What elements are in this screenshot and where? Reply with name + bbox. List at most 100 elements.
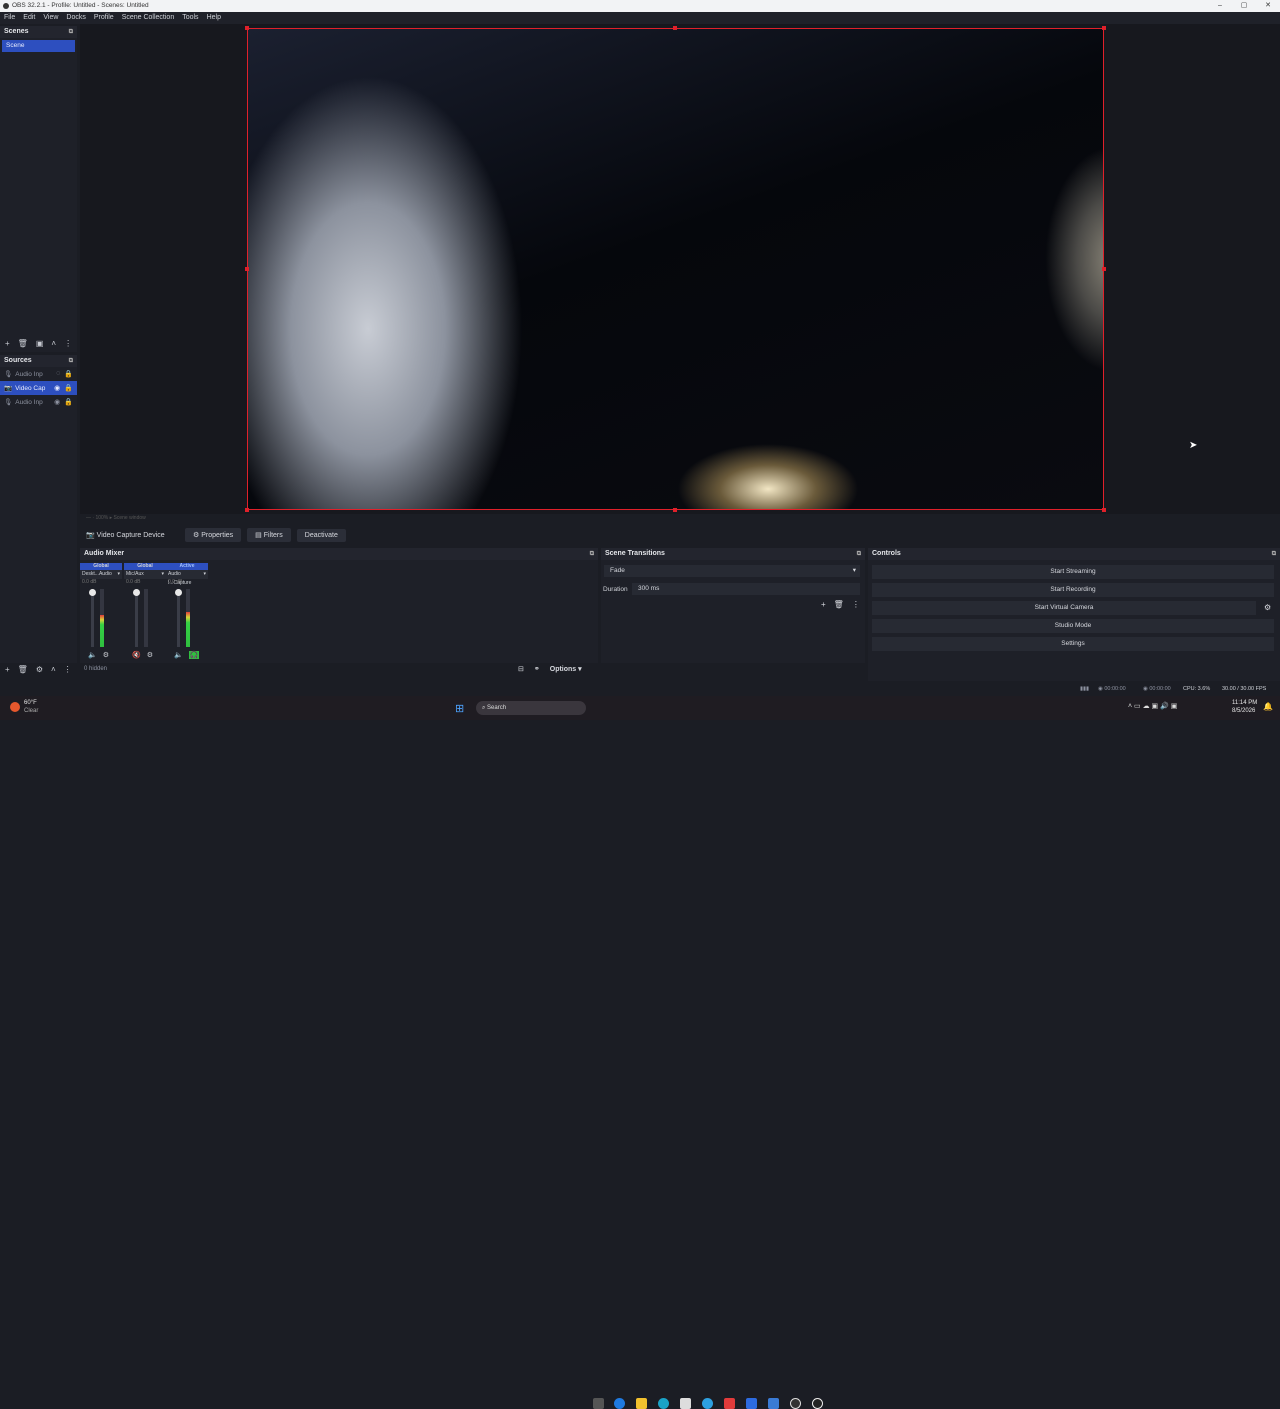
lock-icon[interactable]: 🔒 — [64, 384, 73, 392]
start-streaming-button[interactable]: Start Streaming — [872, 565, 1274, 579]
channel-name-dropdown[interactable]: Audio I...Capture ▾ — [166, 570, 208, 586]
transform-handle[interactable] — [1102, 508, 1106, 512]
signal-icon: ▮▮▮ — [1080, 686, 1090, 692]
volume-fader[interactable] — [89, 589, 96, 647]
undock-icon[interactable]: ⧉ — [69, 26, 73, 38]
windows-start-icon[interactable]: ⊞ — [455, 702, 464, 715]
transform-handle[interactable] — [1102, 26, 1106, 30]
mouse-cursor-icon: ➤ — [1189, 440, 1198, 451]
source-item-audio-input[interactable]: 🎙 Audio Inp ◌ 🔒 — [0, 367, 77, 381]
add-transition-icon[interactable]: + — [821, 600, 826, 609]
start-virtual-camera-button[interactable]: Start Virtual Camera — [872, 601, 1256, 615]
eye-icon[interactable]: ◉ — [54, 384, 60, 392]
fader-knob[interactable] — [175, 589, 182, 596]
remove-scene-icon[interactable]: 🗑 — [18, 339, 28, 348]
menu-scene-collection[interactable]: Scene Collection — [118, 12, 179, 24]
remove-source-icon[interactable]: 🗑 — [18, 665, 28, 674]
filters-button[interactable]: ▤ Filters — [247, 528, 291, 542]
menu-view[interactable]: View — [39, 12, 62, 24]
notification-bell-icon[interactable]: 🔔 — [1263, 702, 1273, 711]
transform-handle[interactable] — [245, 508, 249, 512]
undock-icon[interactable]: ⧉ — [590, 548, 594, 560]
fader-knob[interactable] — [89, 589, 96, 596]
settings-button[interactable]: Settings — [872, 637, 1274, 651]
lock-icon[interactable]: 🔒 — [64, 370, 73, 378]
taskbar-search[interactable]: ⌕ Search — [476, 701, 586, 715]
transform-handle[interactable] — [673, 26, 677, 30]
weather-icon[interactable] — [10, 702, 20, 712]
notepad-icon[interactable] — [680, 1398, 691, 1409]
close-button[interactable]: ✕ — [1256, 0, 1280, 12]
undock-icon[interactable]: ⧉ — [1272, 548, 1276, 560]
menu-profile[interactable]: Profile — [90, 12, 118, 24]
speaker-icon[interactable]: 🔈 — [174, 651, 183, 659]
menu-tools[interactable]: Tools — [178, 12, 202, 24]
transition-type-select[interactable]: Fade ▾ — [604, 565, 860, 577]
virtual-camera-settings-icon[interactable]: ⚙ — [1264, 603, 1271, 612]
record-time: 00:00:00 — [1149, 686, 1171, 692]
volume-fader[interactable] — [133, 589, 140, 647]
mixer-channel: Active Audio I...Capture ▾ 0.0 dB 🔈 🎧 — [166, 563, 208, 661]
move-up-icon[interactable]: ˄ — [51, 339, 56, 348]
headphones-monitor-icon[interactable]: 🎧 — [188, 651, 200, 659]
obs-taskbar-icon[interactable] — [812, 1398, 823, 1409]
lock-icon[interactable]: 🔒 — [64, 398, 73, 406]
file-explorer-icon[interactable] — [636, 1398, 647, 1409]
source-settings-icon[interactable]: ⚙ — [36, 665, 43, 674]
channel-settings-icon[interactable]: ⚙ — [103, 651, 109, 659]
link-icon[interactable]: ⚭ — [534, 665, 540, 673]
chrome-icon[interactable] — [614, 1398, 625, 1409]
studio-mode-button[interactable]: Studio Mode — [872, 619, 1274, 633]
media-player-icon[interactable] — [790, 1398, 801, 1409]
video-preview[interactable] — [247, 28, 1104, 510]
more-options-icon[interactable]: ⋮ — [852, 600, 860, 609]
duration-spinbox[interactable]: 300 ms — [632, 583, 860, 595]
mail-icon[interactable] — [768, 1398, 779, 1409]
transform-handle[interactable] — [245, 267, 249, 271]
task-view-icon[interactable] — [593, 1398, 604, 1409]
channel-name-dropdown[interactable]: Deskt...Audio ▾ — [80, 570, 122, 579]
properties-button[interactable]: ⚙ Properties — [185, 528, 242, 542]
menu-help[interactable]: Help — [203, 12, 225, 24]
app-blue-icon[interactable] — [746, 1398, 757, 1409]
volume-fader[interactable] — [175, 589, 182, 647]
menu-edit[interactable]: Edit — [19, 12, 39, 24]
minimize-button[interactable]: – — [1208, 0, 1232, 12]
transform-handle[interactable] — [245, 26, 249, 30]
options-button[interactable]: Options ▾ — [550, 665, 582, 673]
tray-icons[interactable]: ˄ ▭ ☁ ▣ 🔊 ▣ — [1128, 702, 1177, 710]
menu-docks[interactable]: Docks — [62, 12, 89, 24]
more-options-icon[interactable]: ⋮ — [64, 339, 72, 348]
scene-filters-icon[interactable]: ▣ — [36, 339, 44, 348]
app-red-icon[interactable] — [724, 1398, 735, 1409]
channel-settings-icon[interactable]: ⚙ — [147, 651, 153, 659]
sources-toolbar: + 🗑 ⚙ ˄ ⋮ — [5, 665, 72, 674]
add-scene-icon[interactable]: + — [5, 339, 10, 348]
help-icon[interactable] — [702, 1398, 713, 1409]
more-options-icon[interactable]: ⋮ — [64, 665, 72, 674]
fader-knob[interactable] — [133, 589, 140, 596]
add-source-icon[interactable]: + — [5, 665, 10, 674]
source-item-audio-input[interactable]: 🎙 Audio Inp ◉ 🔒 — [0, 395, 77, 409]
muted-speaker-icon[interactable]: 🔇 — [132, 651, 141, 659]
move-up-icon[interactable]: ˄ — [51, 665, 56, 674]
eye-hidden-icon[interactable]: ◌ — [56, 370, 60, 378]
transform-handle[interactable] — [1102, 267, 1106, 271]
undock-icon[interactable]: ⧉ — [69, 355, 73, 367]
start-recording-button[interactable]: Start Recording — [872, 583, 1274, 597]
channel-name-dropdown[interactable]: Mic/Aux ▾ — [124, 570, 166, 579]
eye-icon[interactable]: ◉ — [54, 398, 60, 406]
maximize-button[interactable]: ▢ — [1232, 0, 1256, 12]
layout-icon[interactable]: ⊟ — [518, 665, 524, 673]
deactivate-button[interactable]: Deactivate — [296, 528, 346, 542]
source-label: Audio Inp — [15, 370, 43, 378]
undock-icon[interactable]: ⧉ — [857, 548, 861, 560]
transform-handle[interactable] — [673, 508, 677, 512]
speaker-icon[interactable]: 🔈 — [88, 651, 97, 659]
preview-status-strip: — · 100% ▸ Scene window — [86, 515, 146, 521]
menu-file[interactable]: File — [0, 12, 19, 24]
scene-item[interactable]: Scene — [2, 40, 75, 52]
edge-icon[interactable] — [658, 1398, 669, 1409]
source-item-video-capture[interactable]: 📷 Video Cap ◉ 🔒 — [0, 381, 77, 395]
remove-transition-icon[interactable]: 🗑 — [834, 600, 844, 609]
